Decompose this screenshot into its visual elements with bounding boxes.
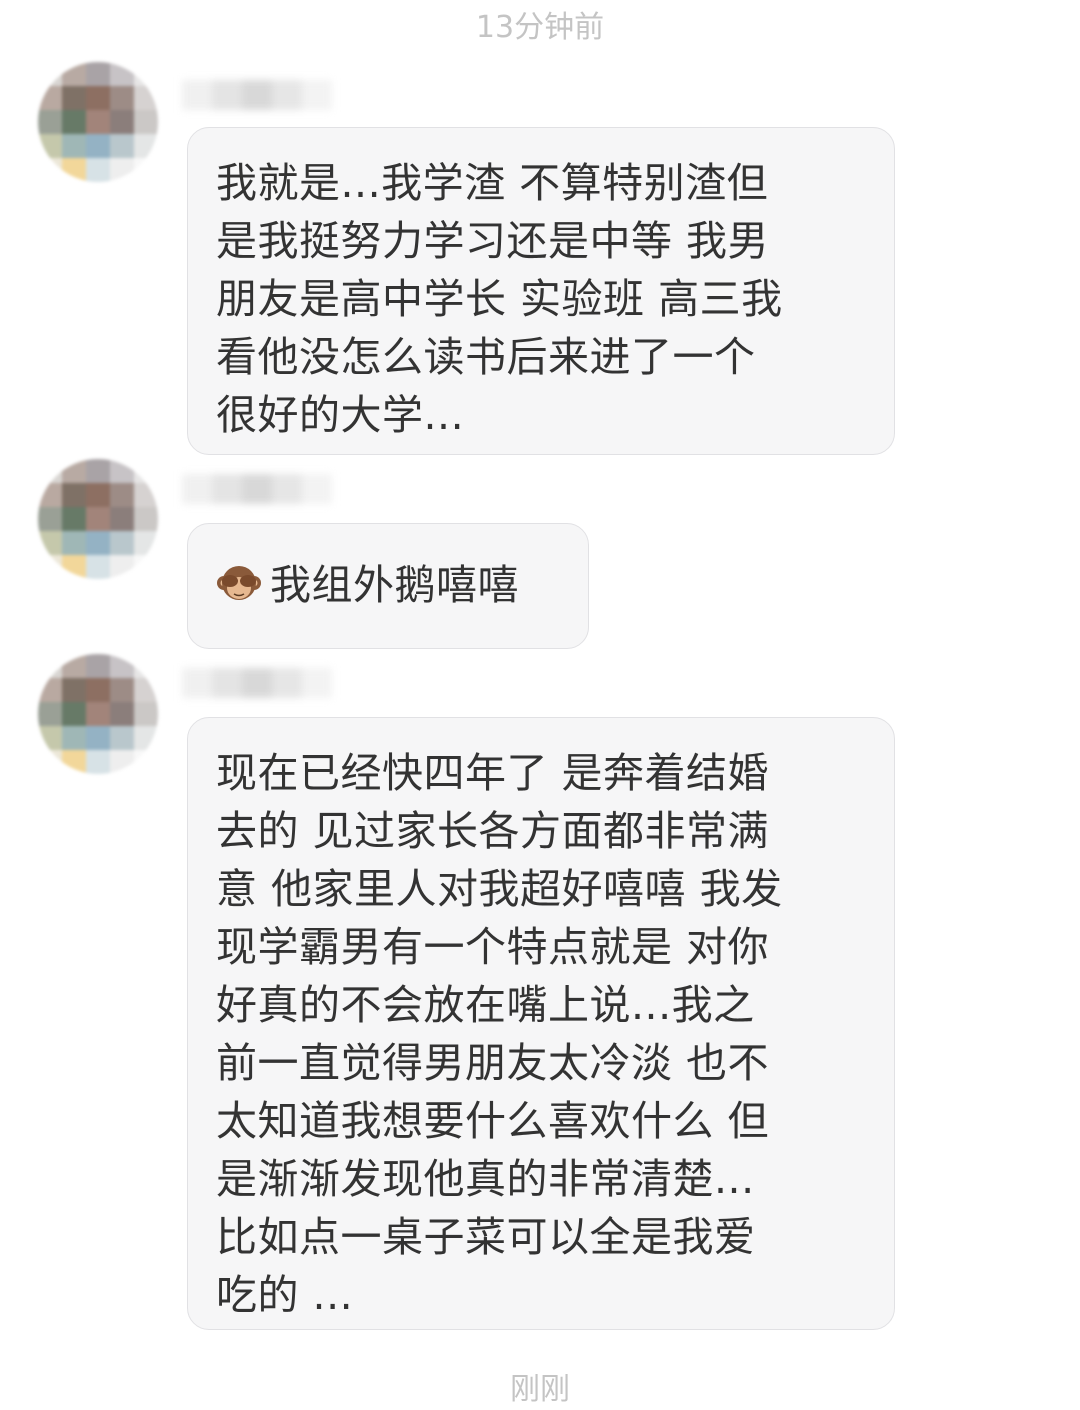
sender-name xyxy=(182,668,332,698)
message-line: 前一直觉得男朋友太冷淡 也不 xyxy=(216,1039,770,1087)
avatar[interactable] xyxy=(38,654,158,774)
message-line: 我就是...我学渣 不算特别渣但 xyxy=(216,159,769,207)
message-line: 太知道我想要什么喜欢什么 但 xyxy=(216,1097,770,1145)
message-line: 比如点一桌子菜可以全是我爱 xyxy=(216,1213,756,1261)
message-bubble[interactable]: 我就是...我学渣 不算特别渣但 是我挺努力学习还是中等 我男 朋友是高中学长 … xyxy=(187,127,895,455)
message-line: 看他没怎么读书后来进了一个 xyxy=(216,333,756,381)
see-no-evil-monkey-emoji-icon xyxy=(217,566,261,600)
avatar[interactable] xyxy=(38,459,158,579)
message-line: 很好的大学... xyxy=(216,391,465,439)
message-line: 是渐渐发现他真的非常清楚... xyxy=(216,1155,755,1203)
message-line: 朋友是高中学长 实验班 高三我 xyxy=(216,275,783,323)
message-bubble[interactable]: 我组外鹅嘻嘻 xyxy=(187,523,589,649)
message-line: 是我挺努力学习还是中等 我男 xyxy=(216,217,770,265)
message-bubble[interactable]: 现在已经快四年了 是奔着结婚 去的 见过家长各方面都非常满 意 他家里人对我超好… xyxy=(187,717,895,1330)
avatar[interactable] xyxy=(38,62,158,182)
message-line: 去的 见过家长各方面都非常满 xyxy=(216,807,770,855)
timestamp-bottom: 刚刚 xyxy=(510,1372,570,1407)
message-line: 意 他家里人对我超好嘻嘻 我发 xyxy=(216,865,783,913)
timestamp-top: 13分钟前 xyxy=(475,10,605,45)
message-line: 吃的 ... xyxy=(216,1271,354,1319)
sender-name xyxy=(182,80,332,110)
message-line: 现在已经快四年了 是奔着结婚 xyxy=(216,749,770,797)
message-line: 好真的不会放在嘴上说...我之 xyxy=(216,981,755,1029)
message-line: 现学霸男有一个特点就是 对你 xyxy=(216,923,770,971)
message-text: 我组外鹅嘻嘻 xyxy=(270,561,519,609)
sender-name xyxy=(182,474,332,504)
